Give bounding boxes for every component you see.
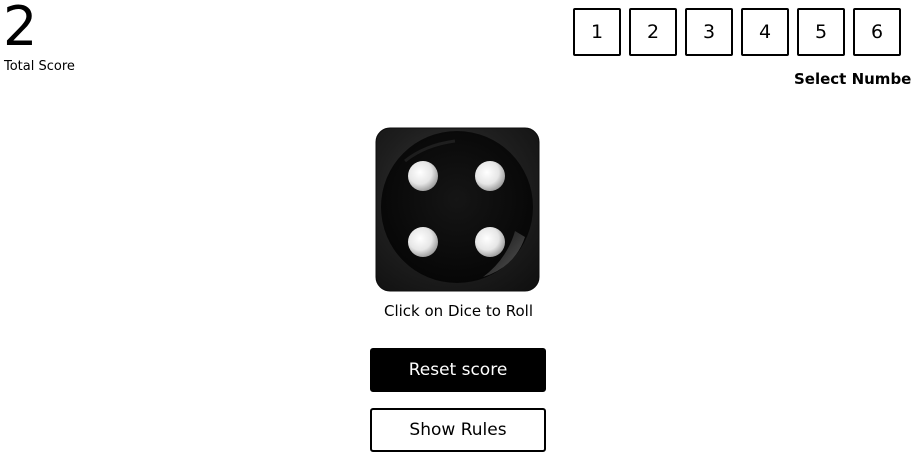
dice-pip [408, 227, 438, 257]
dice-game-app: 2 Total Score 1 2 3 4 5 6 Select Number [0, 0, 911, 472]
dice-roll-hint: Click on Dice to Roll [383, 302, 533, 320]
total-score-label: Total Score [4, 59, 75, 74]
number-option-2[interactable]: 2 [629, 8, 677, 56]
dice-button[interactable] [375, 127, 540, 292]
select-number-label: Select Number [794, 70, 911, 88]
number-option-6[interactable]: 6 [853, 8, 901, 56]
total-score: 2 Total Score [3, 0, 75, 75]
reset-score-button[interactable]: Reset score [370, 348, 546, 392]
total-score-value: 2 [3, 0, 37, 58]
dice-pip [408, 161, 438, 191]
dice-face-4-icon [375, 127, 540, 292]
number-option-1[interactable]: 1 [573, 8, 621, 56]
number-option-4[interactable]: 4 [741, 8, 789, 56]
number-options: 1 2 3 4 5 6 [573, 8, 901, 56]
show-rules-button[interactable]: Show Rules [370, 408, 546, 452]
dice-pip [475, 161, 505, 191]
number-option-3[interactable]: 3 [685, 8, 733, 56]
dice-pip [475, 227, 505, 257]
number-option-5[interactable]: 5 [797, 8, 845, 56]
number-selector: 1 2 3 4 5 6 Select Number [573, 8, 911, 88]
